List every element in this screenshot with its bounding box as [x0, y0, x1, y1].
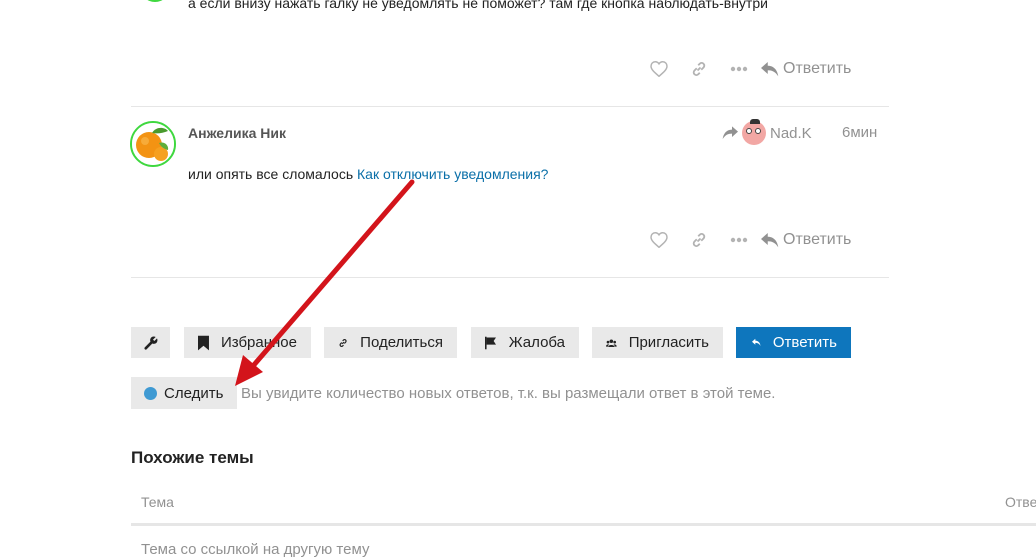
share-label: Поделиться: [360, 334, 443, 351]
post-time[interactable]: 6мин: [842, 124, 877, 141]
topic-reply-button[interactable]: Ответить: [736, 327, 851, 358]
invite-button[interactable]: Пригласить: [592, 327, 723, 358]
reply-icon: [761, 232, 779, 247]
post-divider: [131, 106, 889, 107]
tangerine-avatar-image: [132, 123, 174, 165]
favorites-button[interactable]: Избранное: [184, 327, 311, 358]
share-button[interactable]: Поделиться: [324, 327, 457, 358]
wrench-icon: [143, 336, 157, 350]
similar-topics-heading: Похожие темы: [131, 448, 254, 467]
ellipsis-icon: [730, 237, 748, 243]
link-icon: [692, 233, 706, 247]
reply-icon: [752, 338, 761, 346]
topic-reply-label: Ответить: [772, 334, 837, 351]
reply-to-indicator[interactable]: Nad.K: [722, 119, 812, 145]
copy-link-button[interactable]: [679, 55, 719, 83]
post-body-text: или опять все сломалось: [188, 166, 358, 182]
heart-icon: [650, 232, 668, 248]
link-icon: [339, 338, 347, 347]
previous-post-actions: Ответить: [639, 55, 851, 83]
admin-wrench-button[interactable]: [131, 327, 170, 358]
reply-to-post-button[interactable]: Ответить: [761, 60, 851, 78]
reply-arrow-icon: [722, 126, 738, 139]
column-header-replies[interactable]: Отве: [1005, 494, 1036, 510]
flag-label: Жалоба: [508, 334, 565, 351]
reply-to-user-avatar: [742, 119, 766, 145]
users-icon: [606, 338, 617, 347]
flag-button[interactable]: Жалоба: [471, 327, 579, 358]
more-actions-button[interactable]: [719, 226, 759, 254]
tracking-dot-icon: [144, 386, 157, 400]
reply-icon: [761, 61, 779, 76]
reply-label: Ответить: [783, 60, 852, 77]
post-author-name[interactable]: Анжелика Ник: [188, 125, 286, 141]
table-header-divider: [131, 523, 1036, 526]
heart-icon: [650, 61, 668, 77]
previous-post-text: а если внизу нажать галку не уведомлять …: [188, 0, 768, 11]
post-divider: [131, 277, 889, 278]
reply-label: Ответить: [783, 231, 852, 248]
favorites-label: Избранное: [220, 334, 297, 351]
flag-icon: [485, 336, 496, 349]
notification-level-button[interactable]: Следить: [131, 377, 237, 409]
post-actions: Ответить: [639, 226, 851, 254]
more-actions-button[interactable]: [719, 55, 759, 83]
copy-link-button[interactable]: [679, 226, 719, 254]
avatar[interactable]: [130, 121, 176, 167]
invite-label: Пригласить: [628, 334, 709, 351]
link-icon: [692, 62, 706, 76]
like-button[interactable]: [639, 55, 679, 83]
like-button[interactable]: [639, 226, 679, 254]
post-link[interactable]: Как отключить уведомления?: [357, 166, 548, 182]
notification-reason: Вы увидите количество новых ответов, т.к…: [241, 385, 776, 402]
previous-post-avatar-edge: [140, 0, 170, 2]
ellipsis-icon: [730, 66, 748, 72]
reply-to-post-button[interactable]: Ответить: [761, 231, 851, 249]
post-body: или опять все сломалось Как отключить ув…: [188, 166, 548, 182]
bookmark-icon: [198, 335, 209, 350]
reply-to-username: Nad.K: [770, 124, 812, 142]
column-header-topic[interactable]: Тема: [141, 494, 174, 510]
similar-topic-link[interactable]: Тема со ссылкой на другую тему: [141, 541, 369, 558]
notification-level-label: Следить: [164, 384, 224, 402]
